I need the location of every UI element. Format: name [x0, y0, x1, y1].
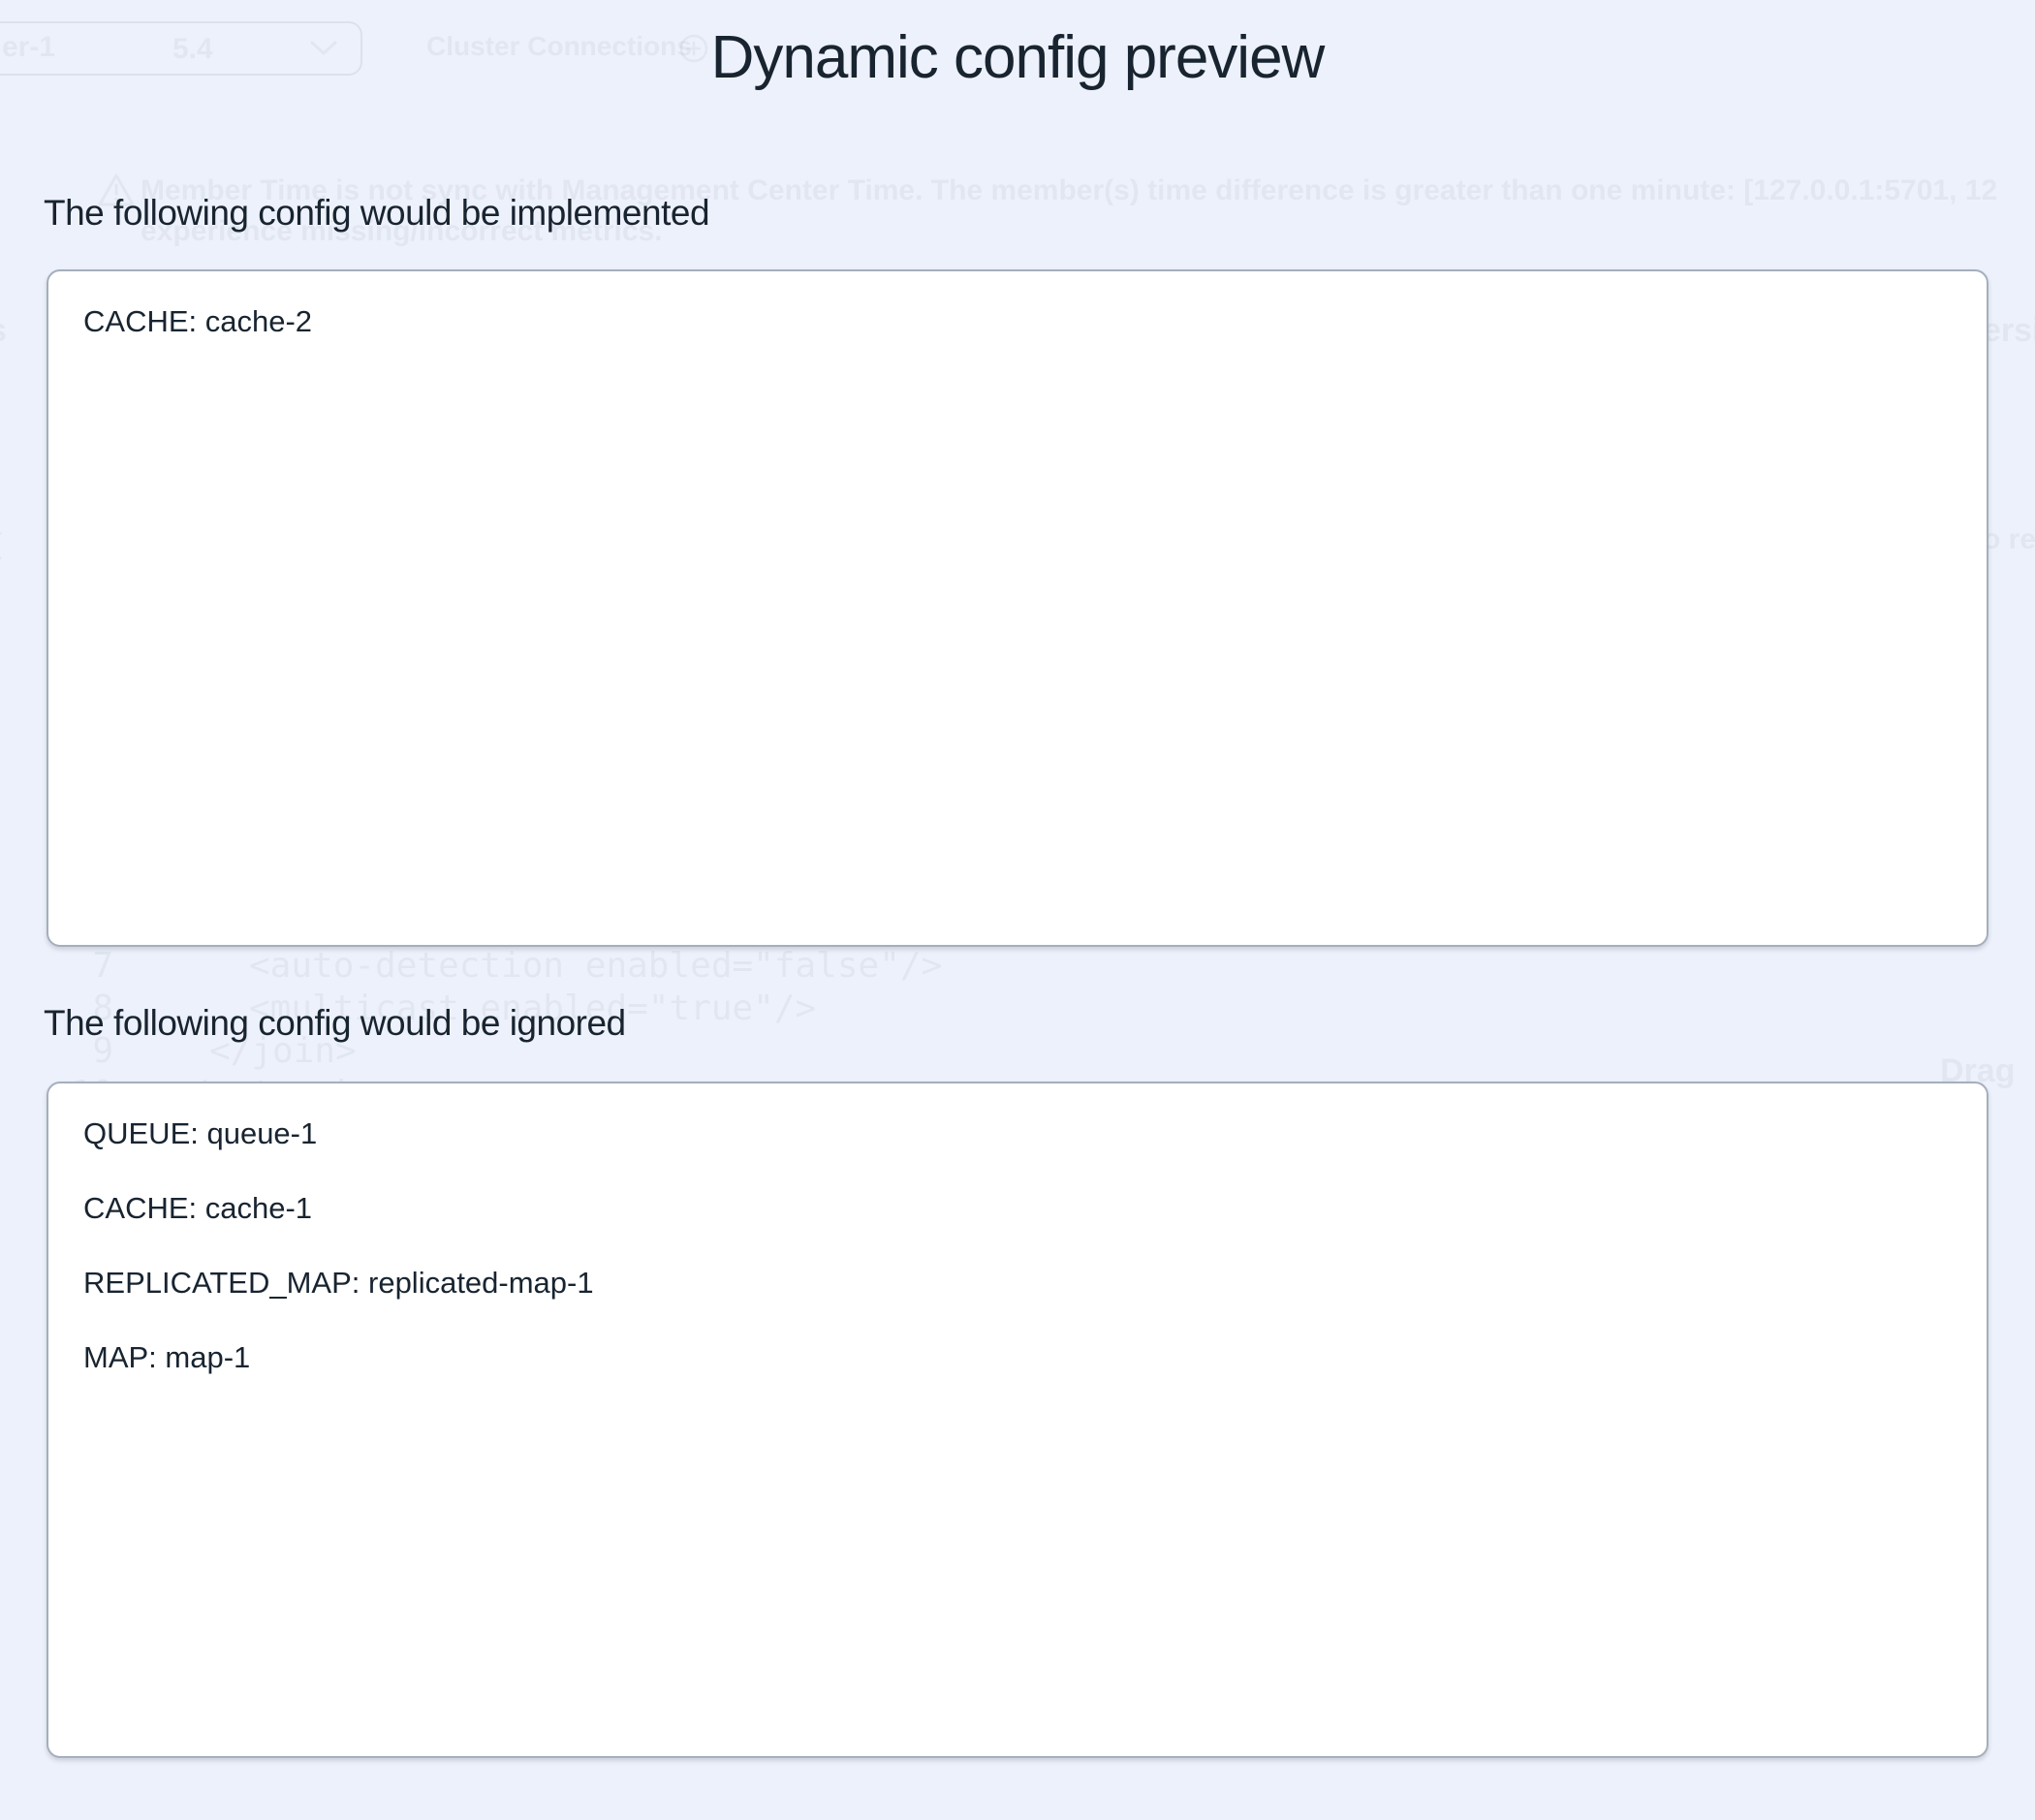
config-item: MAP: map-1	[83, 1340, 1952, 1375]
config-item: CACHE: cache-2	[83, 304, 1952, 339]
config-item: CACHE: cache-1	[83, 1191, 1952, 1226]
implemented-section-heading: The following config would be implemente…	[44, 190, 1988, 236]
ignored-config-box: QUEUE: queue-1 CACHE: cache-1 REPLICATED…	[47, 1082, 1988, 1758]
dynamic-config-preview-modal: Dynamic config preview The following con…	[0, 0, 2035, 1820]
config-item: QUEUE: queue-1	[83, 1116, 1952, 1151]
implemented-config-box: CACHE: cache-2	[47, 269, 1988, 947]
page: er-1 5.4 Cluster Connections Member Time…	[0, 0, 2035, 1820]
ignored-section-heading: The following config would be ignored	[44, 1000, 1988, 1047]
config-item: REPLICATED_MAP: replicated-map-1	[83, 1266, 1952, 1301]
modal-title: Dynamic config preview	[47, 21, 1988, 95]
